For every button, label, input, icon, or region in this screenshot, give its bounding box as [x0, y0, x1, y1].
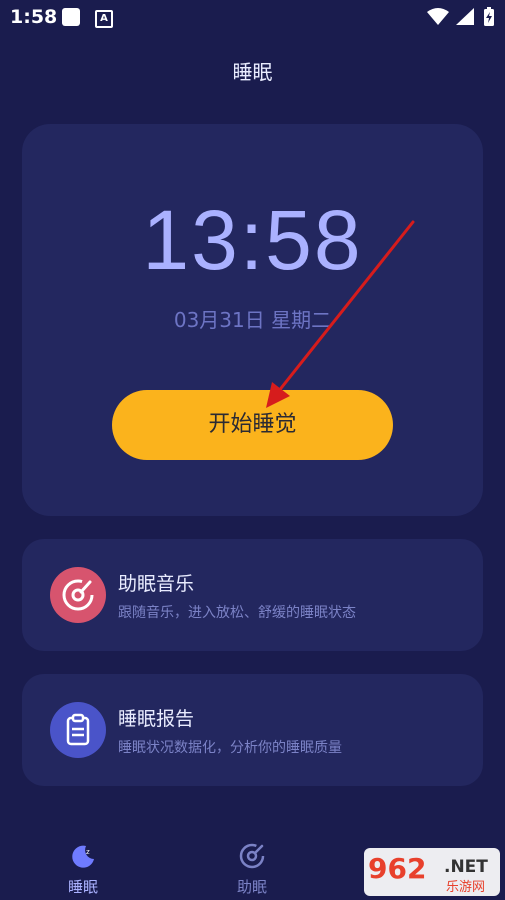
page-title: 睡眠	[232, 60, 273, 84]
signal-icon	[455, 7, 474, 25]
svg-text:z: z	[86, 848, 90, 856]
system-icons	[425, 6, 495, 28]
start-sleep-button[interactable]: 开始睡觉	[112, 390, 393, 460]
feature-card-music[interactable]: 助眠音乐 跟随音乐，进入放松、舒缓的睡眠状态	[22, 539, 483, 651]
watermark-cn: 乐游网	[446, 880, 485, 895]
clock-date: 03月31日 星期二	[173, 308, 332, 332]
clock-time: 13:58	[142, 193, 363, 287]
status-time: 1:58	[10, 6, 58, 28]
wifi-icon	[426, 7, 449, 25]
nav-label-music: 助眠	[236, 878, 267, 896]
nav-item-music[interactable]: 助眠	[207, 842, 297, 897]
watermark-number: 962	[368, 852, 426, 885]
music-disc-icon	[50, 567, 106, 623]
clipboard-icon	[50, 702, 106, 758]
feature-desc-report: 睡眠状况数据化，分析你的睡眠质量	[118, 740, 342, 756]
feature-title-music: 助眠音乐	[118, 573, 195, 595]
status-bar: 1:58 A	[0, 0, 505, 34]
nav-item-sleep[interactable]: z 睡眠	[38, 842, 128, 897]
battery-icon	[484, 6, 494, 26]
notification-square-icon	[62, 8, 80, 26]
music-disc-icon	[239, 843, 265, 869]
feature-card-report[interactable]: 睡眠报告 睡眠状况数据化，分析你的睡眠质量	[22, 674, 483, 786]
a-badge-icon: A	[95, 10, 113, 28]
watermark-suffix: .NET	[444, 857, 488, 877]
feature-title-report: 睡眠报告	[118, 708, 195, 730]
moon-icon: z	[72, 845, 94, 868]
clock-card: 13:58 03月31日 星期二 开始睡觉	[22, 124, 483, 516]
feature-desc-music: 跟随音乐，进入放松、舒缓的睡眠状态	[118, 605, 356, 621]
watermark-logo: 962 .NET 乐游网	[364, 848, 500, 896]
nav-label-sleep: 睡眠	[67, 878, 98, 896]
